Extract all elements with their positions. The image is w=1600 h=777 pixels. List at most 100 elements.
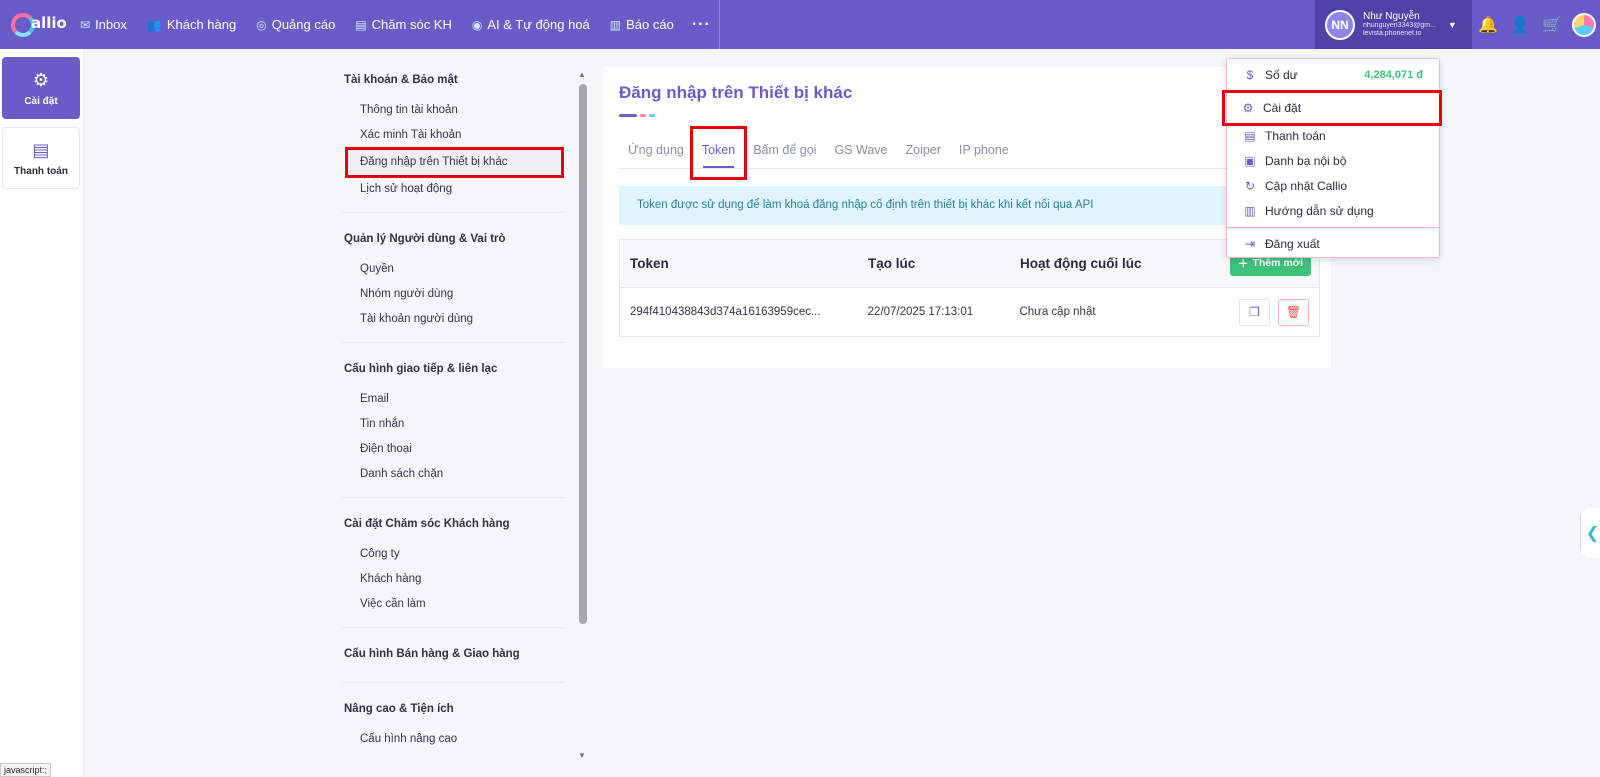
document-icon: ▤ bbox=[1244, 128, 1256, 143]
automation-icon: ◉ bbox=[471, 17, 483, 32]
bell-icon[interactable]: 🔔 bbox=[1472, 0, 1504, 49]
scroll-up-icon[interactable]: ▲ bbox=[578, 70, 586, 79]
balance-left: $ Số dư bbox=[1243, 68, 1298, 82]
left-rail: ⚙ Cài đặt ▤ Thanh toán bbox=[0, 49, 84, 777]
app-badge-icon bbox=[1572, 12, 1596, 37]
agent-icon[interactable]: 👤 bbox=[1504, 0, 1536, 49]
nav-report[interactable]: ▥ Báo cáo bbox=[600, 0, 684, 49]
menu-item-user-groups[interactable]: Nhóm người dùng bbox=[342, 282, 564, 307]
user-dropdown-menu: $ Số dư 4,284,071 đ ⚙ Cài đặt ▤ Thanh toán … bbox=[1222, 58, 1442, 259]
report-icon: ▥ bbox=[609, 17, 622, 32]
menu-section-account: Tài khoản & Bảo mật Thông tin tài khoản … bbox=[342, 62, 564, 213]
nav-ads[interactable]: ◎ Quảng cáo bbox=[246, 0, 345, 49]
row-actions: ❐ 🗑 bbox=[1209, 298, 1319, 326]
more-menu-button[interactable]: ··· bbox=[684, 0, 720, 49]
menu-section-customer-care: Cài đặt Chăm sóc Khách hàng Công ty Khác… bbox=[342, 506, 564, 628]
menu-heading: Quản lý Người dùng & Vai trò bbox=[344, 233, 506, 245]
nav-label: AI & Tự động hoá bbox=[487, 17, 590, 32]
menu-item-other-device-login[interactable]: Đăng nhập trên Thiết bị khác bbox=[345, 147, 564, 178]
dropdown-item-update[interactable]: ↻ Cập nhật Callio bbox=[1227, 173, 1439, 198]
menu-scrollbar[interactable]: ▲ ▼ bbox=[578, 70, 588, 760]
rail-settings[interactable]: ⚙ Cài đặt bbox=[2, 57, 80, 119]
created-at: 22/07/2025 17:13:01 bbox=[867, 306, 974, 318]
dropdown-item-guide[interactable]: ▥ Hướng dẫn sử dụng bbox=[1227, 198, 1439, 223]
main-nav: ✉ Inbox 👥 Khách hàng ◎ Quảng cáo ▤ Chăm sóc … bbox=[70, 0, 720, 49]
menu-item-phone[interactable]: Điện thoại bbox=[342, 437, 564, 462]
menu-item-customers[interactable]: Khách hàng bbox=[342, 567, 564, 592]
settings-menu: Tài khoản & Bảo mật Thông tin tài khoản … bbox=[342, 62, 564, 777]
top-right-area: NN Như Nguyễn nhunguyen3343@gm... levist… bbox=[1315, 0, 1600, 49]
tab-ip-phone[interactable]: IP phone bbox=[950, 131, 1018, 168]
tab-click-to-call[interactable]: Bấm để gọi bbox=[744, 131, 825, 168]
menu-item-blocklist[interactable]: Danh sách chặn bbox=[342, 462, 564, 487]
support-icon: ▤ bbox=[355, 17, 367, 32]
customers-icon: 👥 bbox=[146, 17, 162, 32]
scroll-down-icon[interactable]: ▼ bbox=[578, 751, 586, 760]
chevron-left-icon: ❮ bbox=[1585, 525, 1600, 542]
dropdown-label: Danh bạ nội bộ bbox=[1265, 153, 1347, 168]
rail-label: Cài đặt bbox=[24, 95, 58, 107]
nav-label: Báo cáo bbox=[626, 17, 674, 32]
user-profile-button[interactable]: NN Như Nguyễn nhunguyen3343@gm... levist… bbox=[1315, 0, 1472, 49]
menu-item-todo[interactable]: Việc cần làm bbox=[342, 592, 564, 617]
nav-inbox[interactable]: ✉ Inbox bbox=[70, 0, 137, 49]
menu-item-user-accounts[interactable]: Tài khoản người dùng bbox=[342, 307, 564, 332]
dropdown-item-logout[interactable]: ⇥ Đăng xuất bbox=[1227, 228, 1439, 259]
menu-item-advanced-config[interactable]: Cấu hình nâng cao bbox=[342, 727, 564, 752]
dropdown-label: Hướng dẫn sử dụng bbox=[1265, 203, 1374, 218]
dropdown-item-billing[interactable]: ▤ Thanh toán bbox=[1227, 123, 1439, 148]
content-card: Đăng nhập trên Thiết bị khác Ứng dụng To… bbox=[602, 67, 1331, 368]
side-panel-toggle[interactable]: ❮ bbox=[1580, 508, 1600, 558]
dropdown-item-settings[interactable]: ⚙ Cài đặt bbox=[1222, 90, 1442, 126]
scroll-thumb[interactable] bbox=[579, 84, 587, 624]
rail-label: Thanh toán bbox=[14, 165, 68, 177]
trash-icon: 🗑 bbox=[1285, 305, 1302, 319]
menu-heading: Cài đặt Chăm sóc Khách hàng bbox=[344, 518, 510, 530]
token-value: 294f410438843d374a16163959cec... bbox=[630, 306, 821, 318]
avatar: NN bbox=[1325, 9, 1355, 40]
status-tooltip: javascript:; bbox=[0, 763, 52, 777]
refresh-icon: ↻ bbox=[1244, 178, 1256, 193]
copy-button[interactable]: ❐ bbox=[1239, 298, 1271, 326]
dropdown-label: Cập nhật Callio bbox=[1265, 178, 1348, 193]
menu-item-permissions[interactable]: Quyền bbox=[342, 257, 564, 282]
gear-icon: ⚙ bbox=[32, 69, 50, 90]
menu-section-users: Quản lý Người dùng & Vai trò Quyền Nhóm … bbox=[342, 221, 564, 343]
title-decoration bbox=[619, 114, 655, 117]
menu-item-messages[interactable]: Tin nhắn bbox=[342, 412, 564, 437]
tab-app[interactable]: Ứng dụng bbox=[619, 131, 693, 168]
tab-bar: Ứng dụng Token Bấm để gọi GS Wave Zoiper… bbox=[619, 126, 1319, 180]
tab-token[interactable]: Token bbox=[689, 126, 748, 180]
menu-item-company[interactable]: Công ty bbox=[342, 542, 564, 567]
rail-billing[interactable]: ▤ Thanh toán bbox=[2, 127, 80, 189]
app-switcher-button[interactable] bbox=[1568, 0, 1600, 49]
dropdown-item-contacts[interactable]: ▣ Danh bạ nội bộ bbox=[1227, 148, 1439, 173]
menu-heading[interactable]: Cấu hình Bán hàng & Giao hàng bbox=[342, 640, 564, 672]
dropdown-label: Đăng xuất bbox=[1265, 236, 1320, 251]
copy-icon: ❐ bbox=[1249, 305, 1260, 319]
top-navigation-bar: allio ✉ Inbox 👥 Khách hàng ◎ Quảng cáo ▤ Chă… bbox=[0, 0, 1600, 49]
menu-heading: Cấu hình giao tiếp & liên lạc bbox=[344, 363, 498, 375]
gear-icon: ⚙ bbox=[1242, 101, 1254, 115]
cart-icon[interactable]: 🛒 bbox=[1536, 0, 1568, 49]
balance-row: $ Số dư 4,284,071 đ bbox=[1227, 59, 1439, 91]
nav-automation[interactable]: ◉ AI & Tự động hoá bbox=[462, 0, 600, 49]
callio-logo[interactable]: allio bbox=[0, 0, 70, 49]
nav-customers[interactable]: 👥 Khách hàng bbox=[137, 0, 246, 49]
menu-item-verify-account[interactable]: Xác minh Tài khoản bbox=[342, 123, 564, 148]
menu-heading: Tài khoản & Bảo mật bbox=[344, 74, 458, 86]
menu-section-communication: Cấu hình giao tiếp & liên lạc Email Tin … bbox=[342, 351, 564, 498]
nav-label: Chăm sóc KH bbox=[371, 17, 452, 32]
menu-item-email[interactable]: Email bbox=[342, 387, 564, 412]
logo-mark: allio bbox=[9, 12, 67, 38]
menu-heading: Nâng cao & Tiện ích bbox=[344, 703, 454, 715]
inbox-icon: ✉ bbox=[80, 17, 91, 32]
nav-support[interactable]: ▤ Chăm sóc KH bbox=[345, 0, 462, 49]
tab-zoiper[interactable]: Zoiper bbox=[896, 131, 949, 168]
tab-gs-wave[interactable]: GS Wave bbox=[825, 131, 896, 168]
contacts-icon: ▣ bbox=[1244, 153, 1256, 168]
menu-item-account-info[interactable]: Thông tin tài khoản bbox=[342, 98, 564, 123]
menu-item-activity-history[interactable]: Lịch sử hoạt động bbox=[342, 177, 564, 202]
delete-button[interactable]: 🗑 bbox=[1278, 298, 1310, 326]
divider bbox=[1227, 91, 1439, 92]
